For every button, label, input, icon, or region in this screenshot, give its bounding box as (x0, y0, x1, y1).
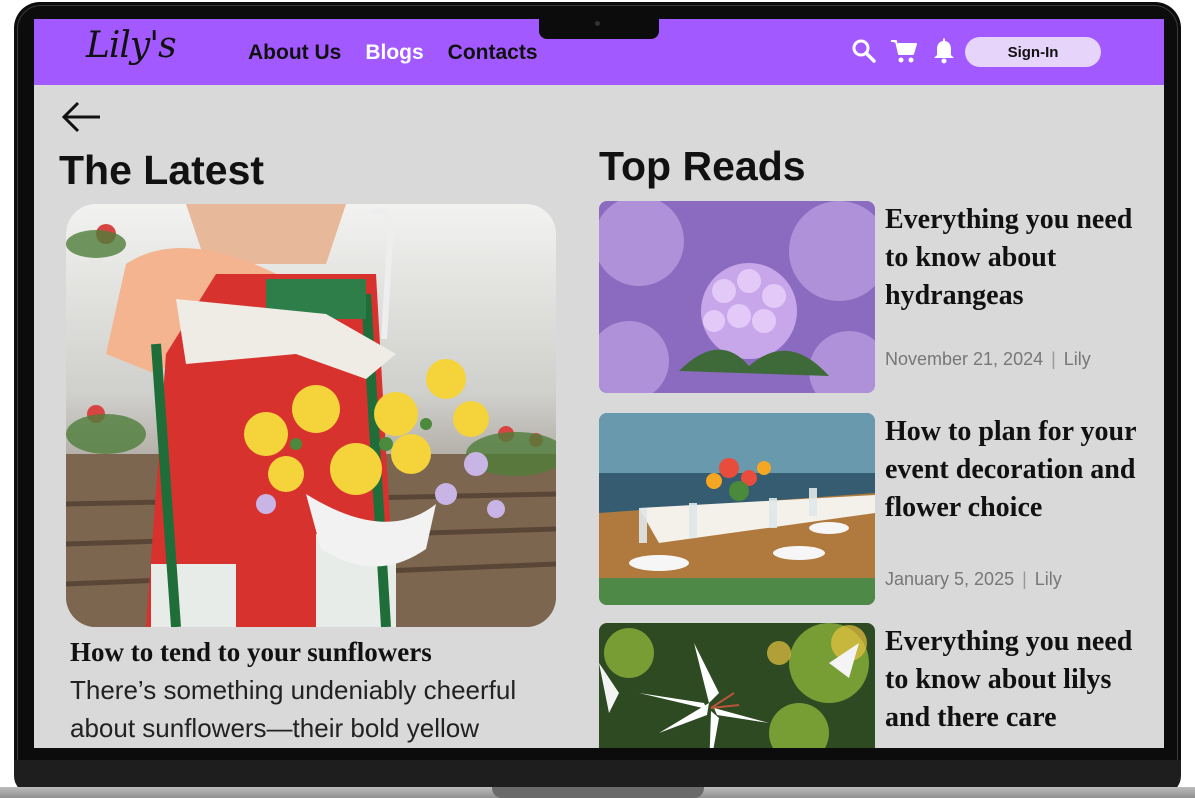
meta-separator: | (1051, 349, 1056, 369)
feature-image[interactable] (66, 204, 556, 627)
back-arrow-icon[interactable] (60, 99, 104, 135)
laptop-hinge (492, 787, 704, 798)
card-title[interactable]: Everything you need to know about lilys … (885, 623, 1155, 737)
feature-excerpt: There’s something undeniably cheerful ab… (70, 675, 517, 743)
card-date: January 5, 2025 (885, 569, 1015, 589)
browser-screen: Lily's About Us Blogs Contacts Sign-In T… (34, 19, 1164, 748)
meta-separator: | (1022, 569, 1027, 589)
nav-blogs[interactable]: Blogs (365, 41, 423, 65)
cart-icon[interactable] (890, 37, 918, 65)
nav-links: About Us Blogs Contacts (248, 41, 538, 65)
feature-title[interactable]: How to tend to your sunflowers (70, 637, 432, 668)
site-logo[interactable]: Lily's (86, 25, 177, 66)
camera-dot (595, 21, 600, 26)
latest-heading: The Latest (59, 147, 265, 193)
card-meta: November 21, 2024 | Lily (885, 349, 1091, 370)
card-meta: January 5, 2025 | Lily (885, 569, 1062, 590)
nav-contacts[interactable]: Contacts (448, 41, 538, 65)
hydrangea-thumbnail[interactable] (599, 201, 875, 393)
search-icon[interactable] (850, 37, 878, 65)
card-date: November 21, 2024 (885, 349, 1044, 369)
camera-notch (539, 19, 659, 39)
lily-thumbnail[interactable] (599, 623, 875, 748)
card-author: Lily (1063, 349, 1091, 369)
nav-about-us[interactable]: About Us (248, 41, 341, 65)
bell-icon[interactable] (930, 37, 958, 65)
navbar: Lily's About Us Blogs Contacts Sign-In (34, 19, 1164, 85)
event-table-thumbnail[interactable] (599, 413, 875, 605)
card-author: Lily (1034, 569, 1062, 589)
sign-in-button[interactable]: Sign-In (965, 37, 1101, 67)
top-reads-heading: Top Reads (599, 143, 806, 189)
card-title[interactable]: How to plan for your event decoration an… (885, 413, 1155, 527)
card-title[interactable]: Everything you need to know about hydran… (885, 201, 1155, 315)
nav-icons (850, 37, 958, 65)
